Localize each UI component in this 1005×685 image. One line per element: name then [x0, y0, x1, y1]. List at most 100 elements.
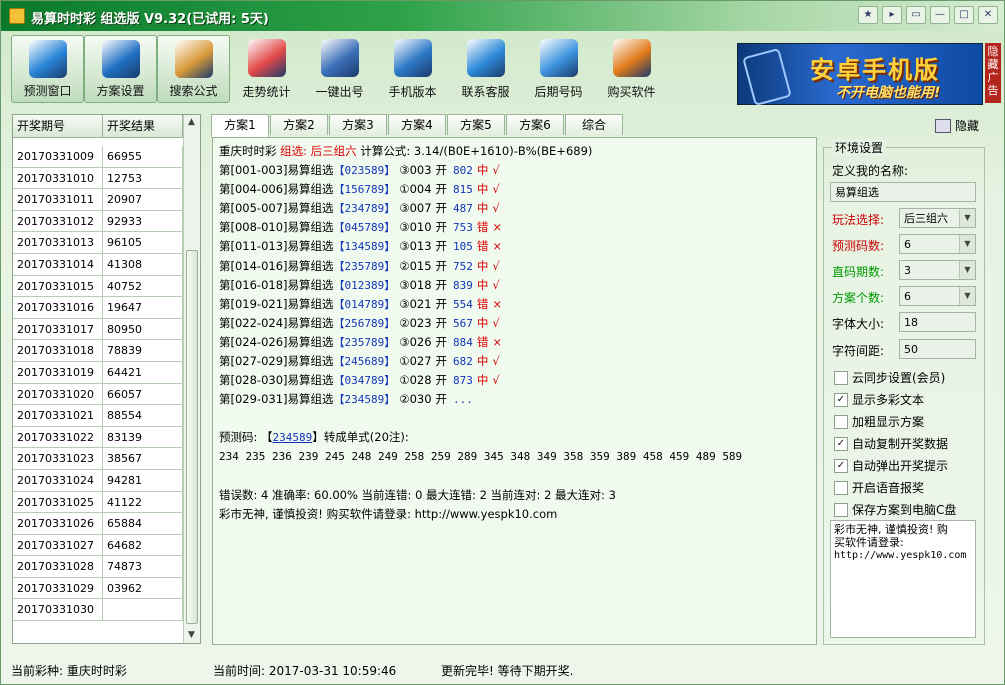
hide-panel-button[interactable]: 隐藏: [935, 117, 979, 134]
table-body: 20170331009 66955 20170331010 12753 20170331…: [13, 146, 187, 622]
table-row[interactable]: 20170331010 12753: [13, 167, 187, 190]
record-code: 【034789】: [333, 374, 396, 388]
record-number: 873: [453, 374, 473, 388]
table-row[interactable]: 20170331013 96105: [13, 232, 187, 254]
minimize-button[interactable]: —: [930, 6, 950, 24]
table-row[interactable]: 20170331015 40752: [13, 275, 187, 298]
play-select[interactable]: 后三组六 ▼: [899, 208, 976, 228]
record-line: 第[019-021]易算组选【014789】 ③021 开 554 错 ×: [219, 295, 810, 314]
record-code: 【235789】: [333, 335, 396, 349]
table-row[interactable]: 20170331025 41122: [13, 491, 187, 514]
maximize-button[interactable]: □: [954, 6, 974, 24]
scroll-thumb[interactable]: [186, 250, 198, 624]
notice-box[interactable]: 彩市无神, 谨慎投资! 购 买软件请登录: http://www.yespk10…: [830, 520, 976, 638]
result-cell: 41308: [103, 253, 183, 275]
count-select[interactable]: 6 ▼: [899, 234, 976, 254]
checkbox-box[interactable]: ✓: [834, 392, 848, 407]
table-row[interactable]: 20170331014 41308: [13, 253, 187, 276]
checkbox-label: 加粗显示方案: [852, 415, 925, 429]
toolbar-button-0[interactable]: 预测窗口: [11, 35, 84, 103]
table-row[interactable]: 20170331017 80950: [13, 318, 187, 341]
table-row[interactable]: 20170331012 92933: [13, 210, 187, 233]
table-row[interactable]: 20170331018 78839: [13, 340, 187, 362]
toolbar-button-7[interactable]: 后期号码: [522, 35, 595, 103]
tab-5[interactable]: 方案5: [447, 114, 505, 135]
result-cell: 96105: [103, 232, 183, 253]
checkbox-2[interactable]: 加粗显示方案: [834, 413, 924, 430]
checkbox-box[interactable]: [834, 370, 848, 385]
record-index: ①004: [399, 182, 432, 197]
toolbar-button-5[interactable]: 手机版本: [376, 35, 449, 103]
table-row[interactable]: 20170331016 19647: [13, 297, 187, 319]
checkbox-5[interactable]: 开启语音报奖: [834, 479, 924, 496]
font-size-input[interactable]: 18: [899, 312, 976, 332]
record-name: 易算组选: [287, 296, 334, 311]
checkbox-3[interactable]: ✓ 自动复制开奖数据: [834, 435, 948, 452]
toolbar-button-3[interactable]: 走势统计: [230, 35, 303, 103]
toolbar-button-6[interactable]: 联系客服: [449, 35, 522, 103]
toolbar-button-8[interactable]: 购买软件: [595, 35, 668, 103]
prediction-text-panel[interactable]: 重庆时时彩 组选: 后三组六 计算公式: 3.14/(B0E+1610)-B%(…: [212, 137, 817, 645]
tab-3[interactable]: 方案3: [329, 114, 387, 135]
chevron-down-icon[interactable]: ▼: [959, 235, 975, 253]
header-period[interactable]: 开奖期号: [13, 115, 103, 137]
table-row[interactable]: 20170331011 20907: [13, 189, 187, 211]
close-button[interactable]: ✕: [978, 6, 998, 24]
period-select[interactable]: 3 ▼: [899, 260, 976, 280]
skin-button[interactable]: ▭: [906, 6, 926, 24]
table-scrollbar[interactable]: ▲ ▼: [183, 115, 200, 643]
chevron-down-icon[interactable]: ▼: [959, 261, 975, 279]
toolbar-label: 手机版本: [388, 85, 437, 99]
toolbar-button-2[interactable]: 搜索公式: [157, 35, 230, 103]
cloud-icon: [28, 40, 67, 78]
period-cell: 20170331023: [13, 448, 103, 469]
toolbar-button-1[interactable]: 方案设置: [84, 35, 157, 103]
record-mark: √: [492, 315, 500, 330]
checkbox-box[interactable]: ✓: [834, 436, 848, 451]
checkbox-6[interactable]: 保存方案到电脑C盘: [834, 501, 956, 518]
table-row[interactable]: 20170331009 66955: [13, 146, 187, 168]
table-row[interactable]: 20170331019 64421: [13, 361, 187, 384]
favorite-button[interactable]: ★: [858, 6, 878, 24]
name-input[interactable]: 易算组选: [830, 182, 976, 202]
plan-count-select[interactable]: 6 ▼: [899, 286, 976, 306]
record-line: 第[027-029]易算组选【245689】 ①027 开 682 中 √: [219, 352, 810, 371]
chevron-down-icon[interactable]: ▼: [959, 287, 975, 305]
tab-1[interactable]: 方案1: [211, 114, 269, 137]
header-result[interactable]: 开奖结果: [103, 115, 183, 137]
play-button[interactable]: ▸: [882, 6, 902, 24]
tab-4[interactable]: 方案4: [388, 114, 446, 135]
checkbox-box[interactable]: [834, 502, 848, 517]
checkbox-box[interactable]: [834, 480, 848, 495]
table-row[interactable]: 20170331029 03962: [13, 577, 187, 600]
ad-banner[interactable]: 安卓手机版 不开电脑也能用!: [737, 43, 983, 107]
checkbox-1[interactable]: ✓ 显示多彩文本: [834, 391, 924, 408]
table-row[interactable]: 20170331027 64682: [13, 534, 187, 557]
checkbox-0[interactable]: 云同步设置(会员): [834, 369, 945, 386]
scroll-up-icon[interactable]: ▲: [184, 115, 199, 130]
predict-code-link[interactable]: 234589: [273, 431, 313, 444]
table-row[interactable]: 20170331028 74873: [13, 556, 187, 578]
checkbox-4[interactable]: ✓ 自动弹出开奖提示: [834, 457, 948, 474]
table-row[interactable]: 20170331023 38567: [13, 448, 187, 470]
checkbox-box[interactable]: [834, 414, 848, 429]
scroll-down-icon[interactable]: ▼: [184, 628, 199, 643]
tab-6[interactable]: 方案6: [506, 114, 564, 135]
table-row[interactable]: 20170331021 88554: [13, 405, 187, 427]
toolbar-button-4[interactable]: 一键出号: [303, 35, 376, 103]
table-row[interactable]: 20170331024 94281: [13, 469, 187, 492]
tab-2[interactable]: 方案2: [270, 114, 328, 135]
table-row[interactable]: 20170331020 66057: [13, 383, 187, 406]
chevron-down-icon[interactable]: ▼: [959, 209, 975, 227]
title-bar: 易算时时彩 组选版 V9.32(已试用: 5天) ★ ▸ ▭ — □ ✕: [1, 1, 1004, 31]
table-row[interactable]: 20170331030: [13, 599, 187, 622]
table-row[interactable]: 20170331022 83139: [13, 426, 187, 449]
hide-ad-button[interactable]: 隐藏广告: [985, 43, 1001, 103]
record-code: 【245689】: [333, 355, 396, 369]
checkbox-box[interactable]: ✓: [834, 458, 848, 473]
table-row[interactable]: 20170331026 65884: [13, 513, 187, 535]
spacing-input[interactable]: 50: [899, 339, 976, 359]
tab-7[interactable]: 综合: [565, 114, 623, 135]
record-line: 第[001-003]易算组选【023589】 ③003 开 802 中 √: [219, 161, 810, 180]
note-line: 彩市无神, 谨慎投资! 购: [834, 523, 948, 536]
